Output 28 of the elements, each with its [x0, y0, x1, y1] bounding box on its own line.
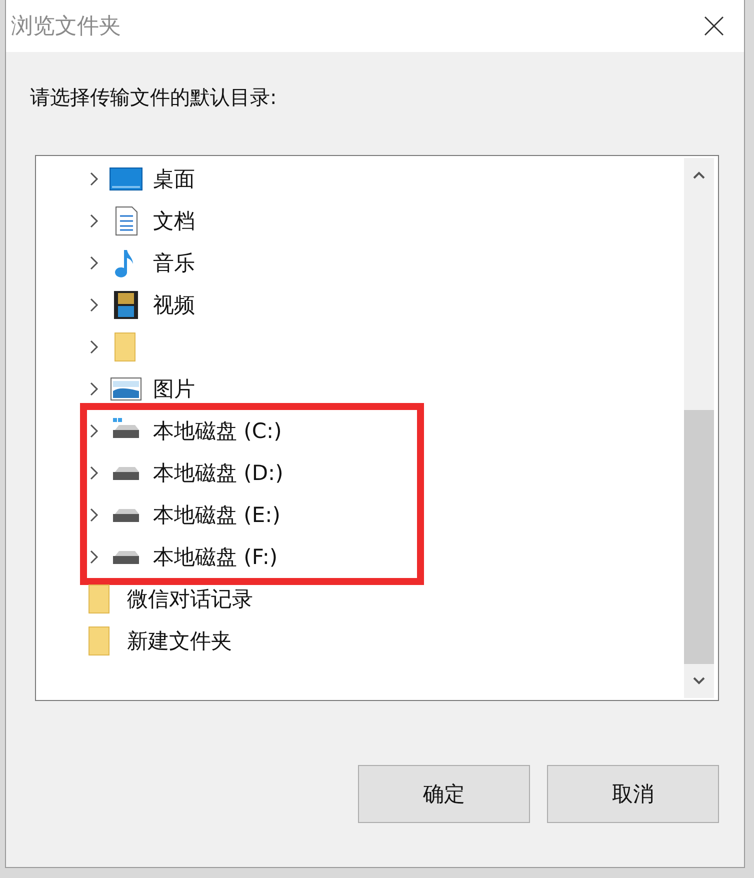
- window-title: 浏览文件夹: [11, 13, 121, 41]
- tree-item[interactable]: 图片: [153, 375, 195, 403]
- tree-item[interactable]: 本地磁盘 (C:): [153, 417, 282, 445]
- chevron-icon[interactable]: [89, 423, 99, 439]
- chevron-icon[interactable]: [89, 213, 99, 229]
- chevron-icon[interactable]: [89, 297, 99, 313]
- tree-item[interactable]: 微信对话记录: [127, 585, 253, 613]
- tree-item[interactable]: 桌面: [153, 165, 195, 193]
- prompt-text: 请选择传输文件的默认目录:: [30, 84, 278, 111]
- tree-item[interactable]: 本地磁盘 (F:): [153, 543, 278, 571]
- tree-item[interactable]: 本地磁盘 (E:): [153, 501, 280, 529]
- scroll-thumb[interactable]: [684, 410, 714, 664]
- scrollbar[interactable]: [684, 158, 714, 698]
- close-icon: [704, 16, 724, 36]
- dialog-button[interactable]: 取消: [547, 765, 719, 823]
- chevron-icon[interactable]: [89, 255, 99, 271]
- chevron-icon[interactable]: [89, 465, 99, 481]
- tree-item[interactable]: 本地磁盘 (D:): [153, 459, 284, 487]
- chevron-icon[interactable]: [89, 507, 99, 523]
- chevron-icon[interactable]: [89, 549, 99, 565]
- tree-item[interactable]: 新建文件夹: [127, 627, 232, 655]
- chevron-icon[interactable]: [89, 381, 99, 397]
- tree-item[interactable]: 文档: [153, 207, 195, 235]
- chevron-icon[interactable]: [89, 339, 99, 355]
- tree-item[interactable]: 视频: [153, 291, 195, 319]
- chevron-icon[interactable]: [89, 171, 99, 187]
- dialog-button[interactable]: 确定: [358, 765, 530, 823]
- tree-item[interactable]: 音乐: [153, 249, 195, 277]
